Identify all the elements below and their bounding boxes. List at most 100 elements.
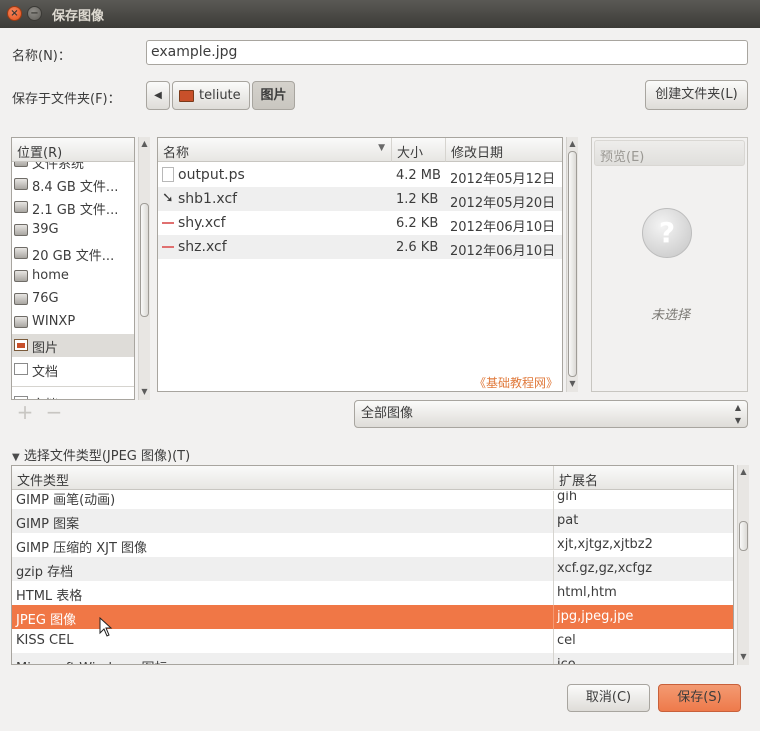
preview-empty-label: 未选择 [650,308,690,323]
place-item[interactable]: home [12,265,132,288]
file-date: 2012年05月12日 [450,172,556,187]
place-label: 2.1 GB 文件... [32,203,119,218]
drive-icon [14,247,28,259]
scroll-up-icon[interactable]: ▲ [567,138,578,150]
filetype-name: JPEG 图像 [16,613,77,628]
cancel-button[interactable]: 取消(C) [567,684,650,712]
scroll-down-icon[interactable]: ▼ [738,651,749,663]
file-list-panel: 名称 ▼ 大小 修改日期 output.ps 4.2 MB 2012年05月12… [157,137,563,392]
place-item-selected[interactable]: 图片 [12,334,134,357]
folder-label: 保存于文件夹(F)： [12,92,121,107]
place-label: 文件系统 [32,162,85,172]
drive-icon [14,162,28,167]
close-window-button[interactable]: × [7,6,22,21]
filetype-name: HTML 表格 [16,589,83,604]
file-filter-combo[interactable]: 全部图像 ▲ ▼ [354,400,748,428]
title-bar: × − 保存图像 [0,0,760,28]
drive-icon [14,293,28,305]
place-item[interactable]: 39G [12,219,132,242]
create-folder-button[interactable]: 创建文件夹(L) [645,80,748,110]
column-name-label: 名称 [163,146,190,161]
place-item[interactable]: 文件系统 [12,162,132,173]
save-button[interactable]: 保存(S) [658,684,741,712]
filetype-row[interactable]: Microsoft Windows 图标 ico [12,653,733,664]
file-name: shy.xcf [178,215,226,231]
place-item[interactable]: 文档 [12,358,132,381]
document-file-icon [162,167,174,182]
places-header[interactable]: 位置(R) [12,138,134,162]
sort-down-icon: ▼ [378,143,385,153]
close-icon: × [10,8,19,19]
filetype-ext: jpg,jpeg,jpe [557,609,634,624]
place-label: 76G [32,291,59,306]
file-date: 2012年06月10日 [450,220,556,235]
filetype-row-selected[interactable]: JPEG 图像 jpg,jpeg,jpe [12,605,733,629]
place-item[interactable]: 76G [12,288,132,311]
pointer-file-icon: ➘ [162,190,174,206]
path-button-label: teliute [199,88,241,103]
scroll-up-icon[interactable]: ▲ [139,138,150,150]
places-panel: 位置(R) 文件系统 8.4 GB 文件... 2.1 GB 文件... 39G… [11,137,135,400]
filetype-table: 文件类型 扩展名 GIMP 画笔(动画) gih GIMP 图案 pat GIMP … [11,465,734,665]
path-back-button[interactable]: ◀ [146,81,170,110]
drive-icon [14,316,28,328]
column-header-filetype[interactable]: 文件类型 [12,466,554,490]
filetype-name: Microsoft Windows 图标 [16,657,167,664]
pictures-folder-icon [14,339,28,351]
place-item[interactable]: WINXP [12,311,132,334]
file-row[interactable]: shz.xcf 2.6 KB 2012年06月10日 [158,235,562,259]
scroll-down-icon[interactable]: ▼ [139,386,150,398]
path-button-pictures[interactable]: 图片 [252,81,295,110]
file-row[interactable]: ➘ shb1.xcf 1.2 KB 2012年05月20日 [158,187,562,211]
file-size: 1.2 KB [396,192,439,207]
file-list-scrollbar[interactable]: ▲ ▼ [566,137,578,392]
file-list-scroll-thumb[interactable] [568,151,577,377]
filename-input[interactable]: example.jpg [146,40,748,65]
column-header-size[interactable]: 大小 [392,138,446,162]
column-header-date[interactable]: 修改日期 [446,138,562,162]
file-date: 2012年06月10日 [450,244,556,259]
xcf-file-icon [162,246,174,248]
place-item[interactable]: 20 GB 文件... [12,242,132,265]
drive-icon [14,270,28,282]
column-header-name[interactable]: 名称 ▼ [158,138,392,162]
column-header-extension[interactable]: 扩展名 [554,466,733,490]
minimize-window-button[interactable]: − [27,6,42,21]
filetype-row[interactable]: GIMP 画笔(动画) gih [12,491,733,509]
home-folder-icon [179,90,194,102]
place-label: WINXP [32,314,76,329]
place-label: 39G [32,222,59,237]
filetype-name: GIMP 图案 [16,517,80,532]
file-date: 2012年05月20日 [450,196,556,211]
place-item[interactable]: 2.1 GB 文件... [12,196,132,219]
add-place-button[interactable]: + [16,402,34,422]
place-label: 文档 [32,365,59,380]
filetype-scrollbar[interactable]: ▲ ▼ [737,465,749,665]
preview-header[interactable]: 预览(E) [594,140,745,166]
places-scroll-thumb[interactable] [140,203,149,317]
filetype-name: KISS CEL [16,633,74,648]
filetype-row[interactable]: gzip 存档 xcf.gz,gz,xcfgz [12,557,733,581]
filetype-scroll-thumb[interactable] [739,521,748,551]
scroll-up-icon[interactable]: ▲ [738,466,749,478]
preview-panel: 预览(E) ? 未选择 [591,137,748,392]
places-scrollbar[interactable]: ▲ ▼ [138,137,150,400]
path-button-teliute[interactable]: teliute [172,81,250,110]
remove-place-button[interactable]: − [45,402,63,422]
filetype-row[interactable]: GIMP 压缩的 XJT 图像 xjt,xjtgz,xjtbz2 [12,533,733,557]
place-label: 20 GB 文件... [32,249,115,264]
filetype-expander[interactable]: ▼ 选择文件类型(JPEG 图像)(T) [12,445,190,464]
file-size: 6.2 KB [396,216,439,231]
scroll-down-icon[interactable]: ▼ [567,378,578,390]
place-item[interactable]: 8.4 GB 文件... [12,173,132,196]
filetype-row[interactable]: HTML 表格 html,htm [12,581,733,605]
place-item[interactable]: 文档 [12,391,132,399]
minimize-icon: − [30,8,39,19]
filetype-row[interactable]: GIMP 图案 pat [12,509,733,533]
filetype-row[interactable]: KISS CEL cel [12,629,733,653]
combo-arrows-icon: ▲ ▼ [734,403,741,425]
file-filter-value: 全部图像 [361,406,414,421]
file-name: shz.xcf [178,239,227,255]
file-row[interactable]: output.ps 4.2 MB 2012年05月12日 [158,163,562,187]
file-row[interactable]: shy.xcf 6.2 KB 2012年06月10日 [158,211,562,235]
